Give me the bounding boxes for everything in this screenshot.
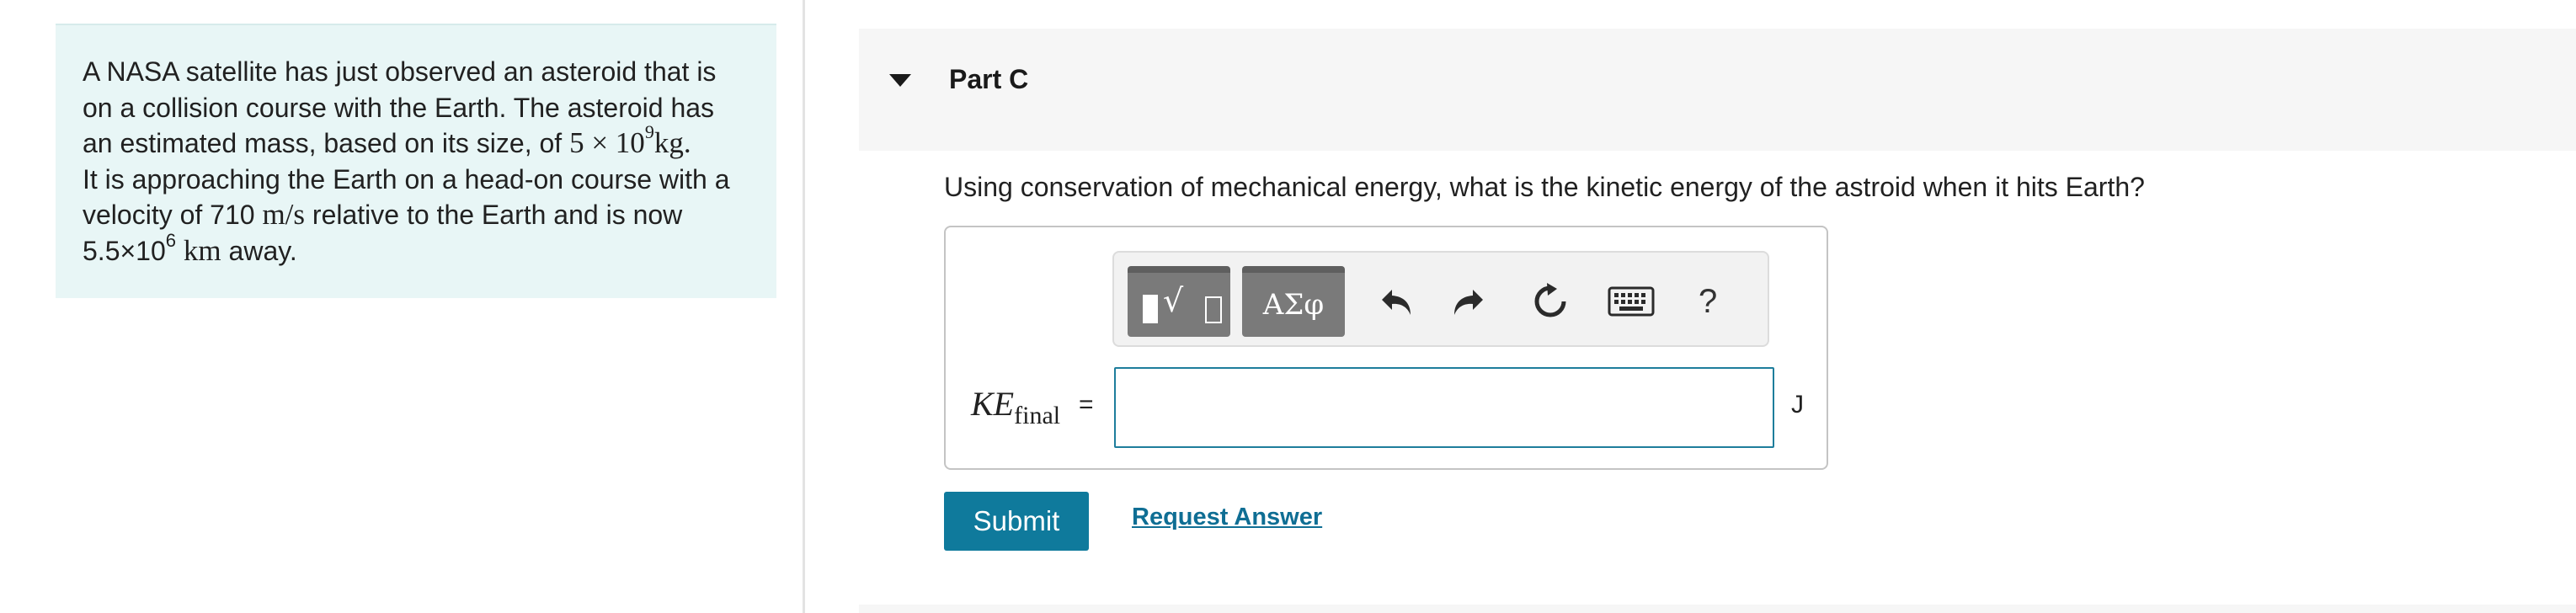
problem-text: away.	[221, 235, 297, 266]
templates-button[interactable]: √	[1128, 266, 1230, 337]
equals-sign: =	[1079, 391, 1094, 418]
distance-value: 5.5×106	[83, 229, 177, 266]
greek-symbols-label: ΑΣφ	[1262, 288, 1325, 322]
problem-line: velocity of 710 m/s relative to the Eart…	[83, 197, 749, 233]
problem-text: velocity of 710	[83, 200, 263, 230]
part-header[interactable]: Part C	[859, 29, 2576, 151]
answer-box: √ ΑΣφ ? KEfinal = J	[944, 226, 1828, 470]
footer-strip	[859, 605, 2576, 613]
radical-icon: √	[1163, 282, 1184, 319]
reset-icon[interactable]	[1530, 281, 1571, 322]
velocity-unit: m/s	[262, 198, 306, 231]
box-icon	[1205, 296, 1222, 323]
part-title: Part C	[949, 64, 1029, 94]
problem-text: relative to the Earth and is now	[305, 200, 683, 230]
question-text: Using conservation of mechanical energy,…	[944, 172, 2145, 202]
math-toolbar: √ ΑΣφ ?	[1112, 251, 1769, 347]
unit-label: J	[1791, 391, 1804, 418]
problem-line: 5.5×106 km away.	[83, 229, 749, 269]
answer-input[interactable]	[1114, 367, 1774, 448]
mass-value: 5 × 109kg.	[569, 121, 691, 159]
problem-statement: A NASA satellite has just observed an as…	[56, 24, 776, 298]
keyboard-icon[interactable]	[1608, 285, 1655, 318]
redo-icon[interactable]	[1448, 281, 1488, 322]
problem-line: A NASA satellite has just observed an as…	[83, 56, 717, 87]
undo-icon[interactable]	[1377, 281, 1417, 322]
problem-line: It is approaching the Earth on a head-on…	[83, 163, 730, 195]
problem-text: an estimated mass, based on its size, of	[83, 128, 570, 158]
problem-line: an estimated mass, based on its size, of…	[83, 121, 749, 162]
help-icon[interactable]: ?	[1699, 281, 1717, 322]
request-answer-link[interactable]: Request Answer	[1132, 504, 1322, 531]
variable-label: KEfinal	[971, 385, 1061, 429]
greek-symbols-button[interactable]: ΑΣφ	[1242, 266, 1345, 337]
submit-button[interactable]: Submit	[944, 492, 1089, 551]
templates-icon	[1143, 295, 1158, 323]
distance-unit: km	[183, 233, 221, 267]
panel-divider	[803, 0, 805, 613]
problem-line: on a collision course with the Earth. Th…	[83, 92, 715, 123]
collapse-caret-icon[interactable]	[889, 74, 911, 87]
